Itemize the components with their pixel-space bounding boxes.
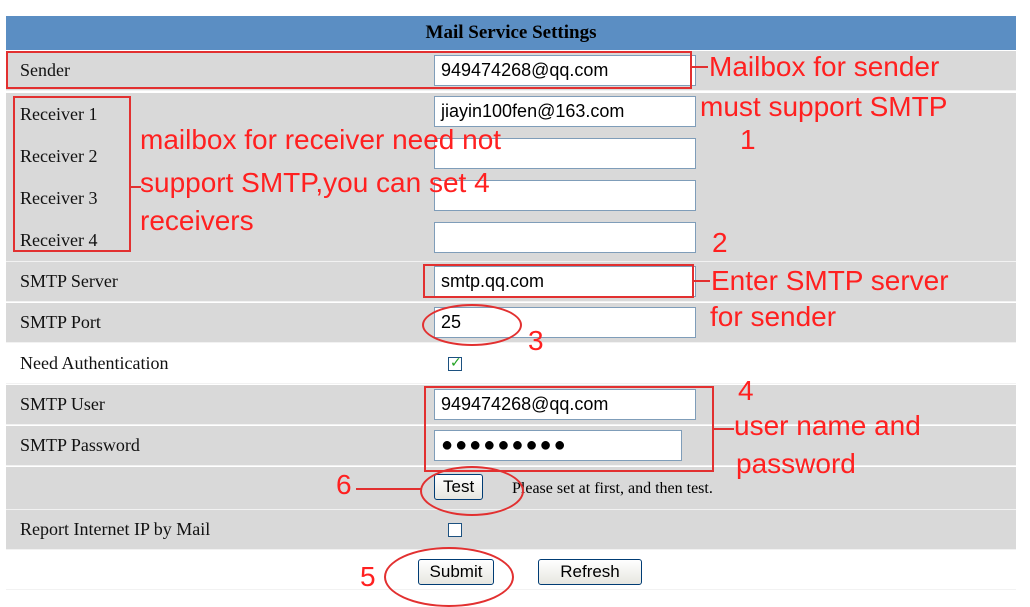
smtp-port-label: SMTP Port: [6, 303, 426, 342]
receiver-note-line2: support SMTP,you can set 4: [140, 167, 490, 198]
smtp-server-label: SMTP Server: [6, 262, 426, 301]
submit-step-number: 5: [360, 561, 376, 592]
refresh-button[interactable]: Refresh: [538, 559, 642, 585]
receivers-highlight-box: [13, 96, 131, 252]
test-hint: Please set at first, and then test.: [512, 480, 713, 497]
need-auth-checkbox[interactable]: ✓: [448, 355, 462, 371]
credentials-highlight-box: [424, 386, 714, 472]
report-ip-checkbox[interactable]: [448, 523, 462, 537]
port-step-number: 3: [528, 325, 544, 356]
test-pointer-line: [356, 488, 422, 490]
report-ip-label: Report Internet IP by Mail: [6, 510, 426, 549]
server-step-number: 2: [712, 227, 728, 258]
test-step-number: 6: [336, 469, 352, 500]
port-highlight-ellipse: [422, 304, 522, 346]
need-auth-row: Need Authentication ✓: [6, 344, 1016, 384]
smtp-user-label: SMTP User: [6, 385, 426, 424]
receiver-1-input[interactable]: jiayin100fen@163.com: [434, 96, 696, 127]
submit-highlight-ellipse: [384, 547, 514, 607]
server-note-line1: Enter SMTP server: [711, 265, 949, 296]
credentials-pointer-line: [714, 428, 734, 430]
sender-pointer-line: [692, 66, 708, 68]
server-note-line2: for sender: [710, 301, 837, 332]
panel-title: Mail Service Settings: [6, 16, 1016, 50]
user-step-number: 4: [738, 375, 754, 406]
smtp-password-label: SMTP Password: [6, 426, 426, 465]
sender-note-line1: Mailbox for sender: [709, 51, 940, 82]
receiver-note-line1: mailbox for receiver need not: [140, 124, 502, 155]
sender-highlight-box: [6, 51, 692, 89]
need-auth-label: Need Authentication: [6, 344, 426, 383]
user-note-line1: user name and: [734, 410, 921, 441]
test-highlight-ellipse: [420, 466, 524, 516]
sender-note-line2: must support SMTP: [700, 91, 948, 122]
sender-step-number: 1: [740, 124, 756, 155]
checkmark-icon: ✓: [450, 355, 462, 371]
receiver-note-line3: receivers: [140, 205, 254, 236]
server-highlight-box: [423, 264, 694, 298]
receiver-4-input[interactable]: [434, 222, 696, 253]
report-ip-row: Report Internet IP by Mail: [6, 510, 1016, 550]
server-pointer-line: [694, 280, 710, 282]
user-note-line2: password: [736, 448, 856, 479]
